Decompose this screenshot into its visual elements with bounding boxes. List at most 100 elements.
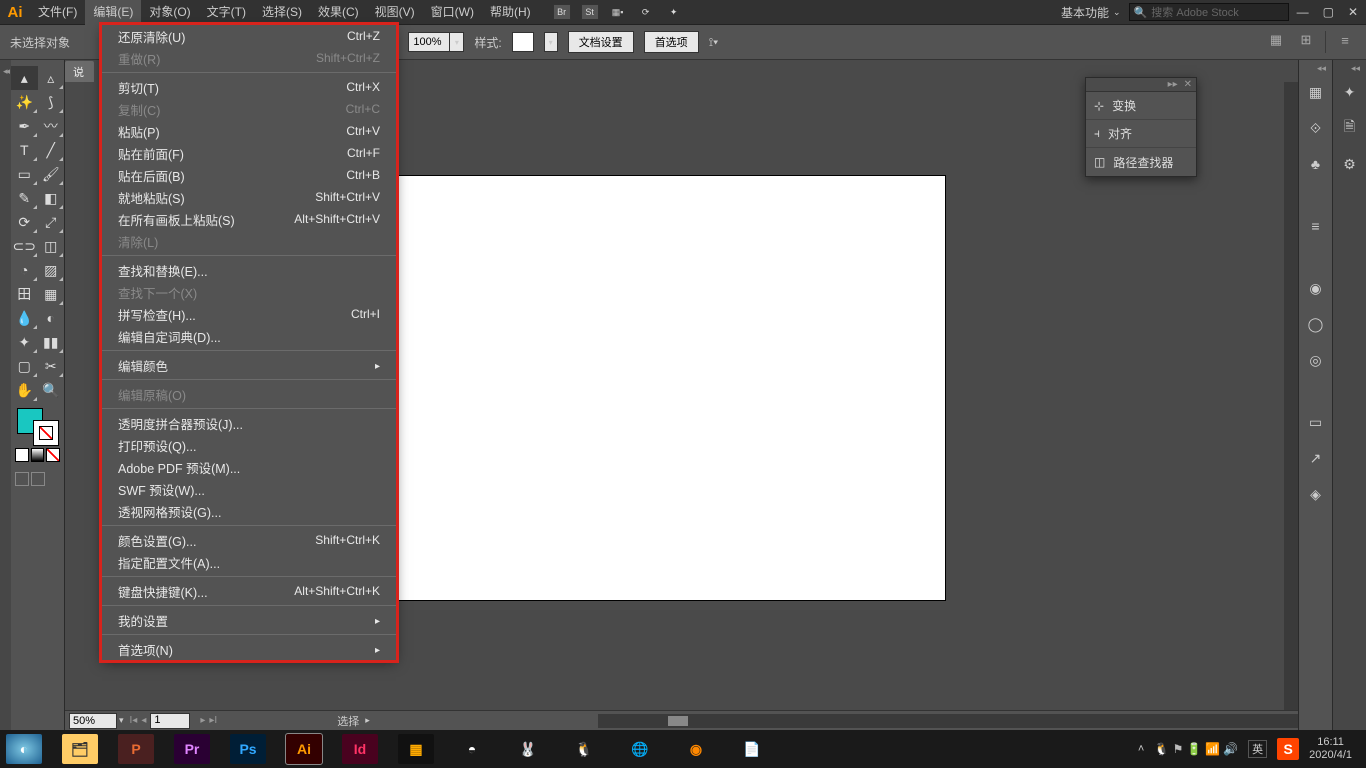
prev-artboard[interactable]: ◂ [141,715,146,726]
panel-icon-2[interactable]: ⊞ [1295,31,1317,49]
zoom-field[interactable]: 50% [69,713,117,729]
direct-selection-tool[interactable]: ▵ [38,66,65,90]
clock[interactable]: 16:112020/4/1 [1309,736,1352,762]
menu-item[interactable]: 还原清除(U)Ctrl+Z [102,25,396,47]
maximize-button[interactable]: ▢ [1323,5,1334,19]
menu-6[interactable]: 视图(V) [367,0,423,25]
lasso-tool[interactable]: ⟆ [38,90,65,114]
menu-item[interactable]: 在所有画板上粘贴(S)Alt+Shift+Ctrl+V [102,208,396,230]
tray-icons[interactable]: 🐧 ⚑ 🔋 📶 🔊 [1154,742,1238,756]
zoom-tool[interactable]: 🔍 [38,378,65,402]
pencil-tool[interactable]: ✎ [11,186,38,210]
menu-4[interactable]: 选择(S) [254,0,310,25]
last-artboard[interactable]: ▸I [209,715,217,726]
tray-expand[interactable]: ˄ [1138,743,1144,755]
export-icon[interactable]: ↗ [1306,448,1326,468]
workspace-switcher[interactable]: 基本功能⌄ [1061,4,1121,21]
width-tool[interactable]: ⊂⊃ [11,234,38,258]
dock-strip-left[interactable]: ◂◂ [0,60,11,730]
tb-premiere[interactable]: Pr [174,734,210,764]
v-scrollbar[interactable] [1284,82,1298,710]
menu-0[interactable]: 文件(F) [30,0,85,25]
panel-icon-3[interactable]: ≡ [1334,31,1356,49]
panel-menu-icon[interactable]: ≡ [1306,216,1326,236]
gradient-tool[interactable]: ▦ [38,282,65,306]
line-tool[interactable]: ╱ [38,138,65,162]
rotate-tool[interactable]: ⟳ [11,210,38,234]
tb-qq[interactable]: 🐧 [566,734,602,764]
rectangle-tool[interactable]: ▭ [11,162,38,186]
transform-panel[interactable]: ▸▸✕ ⊹变换 ⫞对齐 ◫路径查找器 [1085,77,1197,177]
first-artboard[interactable]: I◂ [130,715,138,726]
next-artboard[interactable]: ▸ [200,715,205,726]
menu-item[interactable]: 透视网格预设(G)... [102,500,396,522]
h-scrollbar[interactable] [598,714,1298,728]
magic-wand-tool[interactable]: ✨ [11,90,38,114]
opacity-field[interactable]: 100%▾ [408,32,464,52]
panel-row-pathfinder[interactable]: ◫路径查找器 [1086,148,1196,176]
menu-item[interactable]: 指定配置文件(A)... [102,551,396,573]
menu-item[interactable]: 编辑颜色 [102,354,396,376]
tb-powerpoint[interactable]: P [118,734,154,764]
swatches-icon[interactable]: ◯ [1306,314,1326,334]
layers-icon[interactable]: ◈ [1306,484,1326,504]
tb-app-8[interactable]: ▦ [398,734,434,764]
misc-icon-1[interactable]: ⟳ [637,4,655,20]
tb-notes[interactable]: 📄 [734,734,770,764]
collapse-icon[interactable]: ◂◂ [1317,63,1326,74]
menu-3[interactable]: 文字(T) [199,0,254,25]
doc-setup-button[interactable]: 文档设置 [568,31,634,53]
screen-mode-normal[interactable] [15,472,29,486]
artboard-tool[interactable]: ▢ [11,354,38,378]
slice-tool[interactable]: ✂ [38,354,65,378]
brushes-icon[interactable]: ♣ [1306,154,1326,174]
menu-2[interactable]: 对象(O) [141,0,198,25]
tb-illustrator[interactable]: Ai [286,734,322,764]
screen-mode-full[interactable] [31,472,45,486]
menu-item[interactable]: 透明度拼合器预设(J)... [102,412,396,434]
stroke-swatch[interactable] [33,420,59,446]
perspective-tool[interactable]: ▨ [38,258,65,282]
tb-photoshop[interactable]: Ps [230,734,266,764]
tb-chrome[interactable]: 🌐 [622,734,658,764]
color-mode-none[interactable] [46,448,60,462]
menu-5[interactable]: 效果(C) [310,0,367,25]
panel-icon-1[interactable]: ▦ [1265,31,1287,49]
stock-icon[interactable]: St [581,4,599,20]
tb-app-10[interactable]: 🐰 [510,734,546,764]
tb-indesign[interactable]: Id [342,734,378,764]
misc-icon-2[interactable]: ✦ [665,4,683,20]
artboard-number[interactable]: 1 [150,713,190,729]
ime-indicator[interactable]: 英 [1248,740,1267,758]
menu-item[interactable]: SWF 预设(W)... [102,478,396,500]
stroke-panel-icon[interactable]: ▭ [1306,412,1326,432]
shape-builder-tool[interactable]: ◔ [11,258,38,282]
menu-1[interactable]: 编辑(E) [85,0,141,25]
tb-app-9[interactable]: ◓ [454,734,490,764]
free-transform-tool[interactable]: ◫ [38,234,65,258]
bridge-icon[interactable]: Br [553,4,571,20]
eraser-tool[interactable]: ◧ [38,186,65,210]
eyedropper-tool[interactable]: 💧 [11,306,38,330]
menu-item[interactable]: 我的设置 [102,609,396,631]
style-swatch[interactable] [512,32,534,52]
cc-icon[interactable]: ◎ [1306,350,1326,370]
align-icon[interactable]: ⟟▾ [709,35,719,50]
type-tool[interactable]: T [11,138,38,162]
pen-tool[interactable]: ✒ [11,114,38,138]
menu-item[interactable]: 就地粘贴(S)Shift+Ctrl+V [102,186,396,208]
menu-7[interactable]: 窗口(W) [423,0,482,25]
panel-collapse-icon[interactable]: ▸▸ [1168,79,1178,90]
menu-item[interactable]: Adobe PDF 预设(M)... [102,456,396,478]
tb-app-13[interactable]: ◉ [678,734,714,764]
document-tab[interactable]: 说 [65,61,94,82]
color-selector[interactable] [11,406,65,446]
hand-tool[interactable]: ✋ [11,378,38,402]
selection-tool[interactable]: ▴ [11,66,38,90]
color-mode-gradient[interactable] [31,448,45,462]
menu-item[interactable]: 颜色设置(G)...Shift+Ctrl+K [102,529,396,551]
panel-close-icon[interactable]: ✕ [1184,79,1192,90]
color-icon[interactable]: ◉ [1306,278,1326,298]
menu-item[interactable]: 贴在前面(F)Ctrl+F [102,142,396,164]
search-input[interactable]: 🔍搜索 Adobe Stock [1129,3,1289,21]
